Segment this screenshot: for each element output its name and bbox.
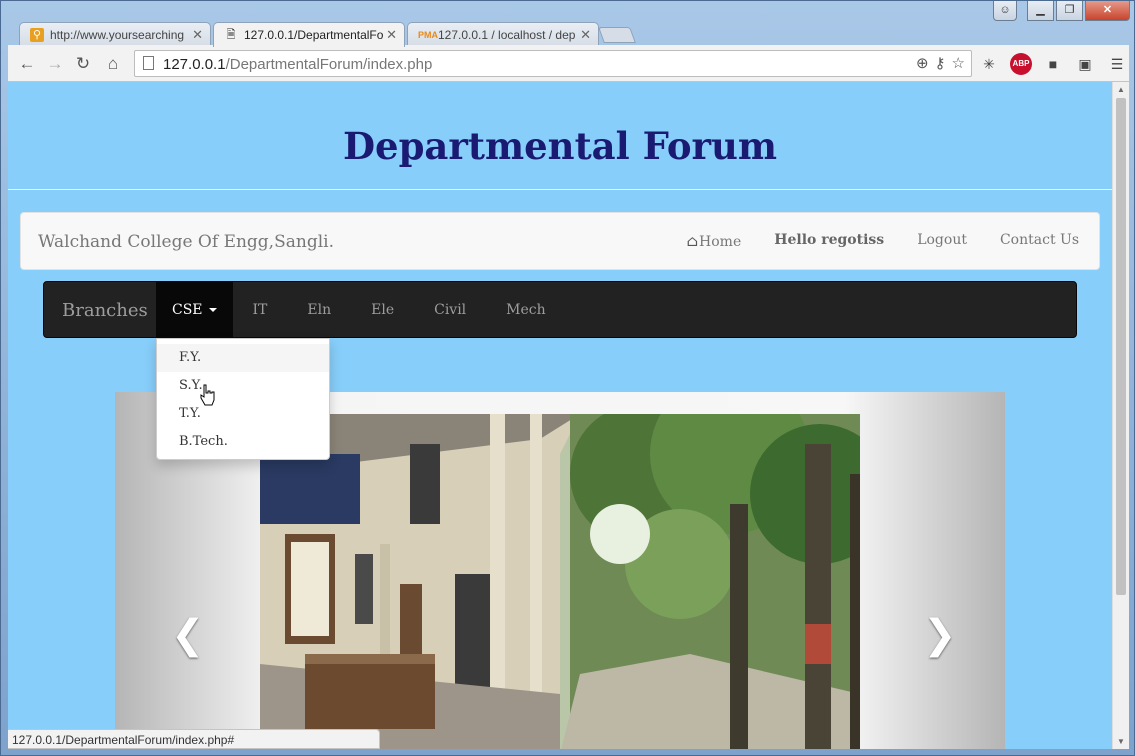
browser-window: ⚲ http://www.yoursearching ✕ 🗎 127.0.0.1… <box>0 0 1135 756</box>
user-icon[interactable]: ☺ <box>993 1 1017 21</box>
page-viewport: Departmental Forum Walchand College Of E… <box>8 82 1112 749</box>
branch-cse-dropdown[interactable]: CSE <box>156 282 233 339</box>
carousel-next-icon[interactable]: ❯ <box>923 612 957 658</box>
reload-icon[interactable]: ↻ <box>72 53 94 75</box>
window-controls: ☺ ▁ ❐ ✕ <box>993 1 1130 21</box>
title-divider <box>8 189 1112 190</box>
maximize-button[interactable]: ❐ <box>1056 1 1083 21</box>
branch-mech[interactable]: Mech <box>486 282 565 339</box>
key-icon[interactable]: ⚷ <box>935 54 946 72</box>
url-path: /DepartmentalForum/index.php <box>225 56 433 73</box>
minimize-button[interactable]: ▁ <box>1027 1 1054 21</box>
omnibox-icons: ⊕ ⚷ ☆ <box>916 54 965 72</box>
status-bar: 127.0.0.1/DepartmentalForum/index.php# <box>8 729 380 749</box>
scroll-up-icon[interactable]: ▲ <box>1117 85 1125 94</box>
bug-icon[interactable]: ✳ <box>978 53 1000 75</box>
zoom-icon[interactable]: ⊕ <box>916 54 929 72</box>
carousel-prev-icon[interactable]: ❮ <box>171 612 205 658</box>
branch-eln[interactable]: Eln <box>287 282 351 339</box>
hand-cursor-icon <box>199 384 217 413</box>
branch-it[interactable]: IT <box>233 282 288 339</box>
contact-link[interactable]: Contact Us <box>1000 232 1079 250</box>
scroll-thumb[interactable] <box>1116 98 1126 595</box>
close-window-button[interactable]: ✕ <box>1085 1 1130 21</box>
home-link[interactable]: ⌂Home <box>687 232 742 250</box>
branch-ele[interactable]: Ele <box>351 282 414 339</box>
user-greeting-link[interactable]: Hello regotiss <box>774 232 884 250</box>
forward-arrow-icon[interactable]: → <box>44 53 66 75</box>
home-icon: ⌂ <box>686 232 699 250</box>
cse-dropdown-menu: F.Y. S.Y. T.Y. B.Tech. <box>156 338 330 460</box>
home-label: Home <box>699 234 742 250</box>
ghostery-icon[interactable]: ■ <box>1042 53 1064 75</box>
menu-icon[interactable]: ☰ <box>1106 53 1128 75</box>
campus-photo-illustration <box>260 414 860 749</box>
browser-toolbar: ← → ↻ ⌂ 127.0.0.1/DepartmentalForum/inde… <box>8 45 1129 82</box>
logout-link[interactable]: Logout <box>917 232 967 250</box>
dropdown-item-fy[interactable]: F.Y. <box>157 344 329 372</box>
carousel-photo <box>260 414 860 749</box>
page-title: Departmental Forum <box>342 124 778 168</box>
top-nav-links: ⌂Home Hello regotiss Logout Contact Us <box>687 232 1079 250</box>
adblock-icon[interactable]: ABP <box>1010 53 1032 75</box>
vertical-scrollbar[interactable]: ▲ ▼ <box>1112 82 1129 749</box>
college-name[interactable]: Walchand College Of Engg,Sangli. <box>38 232 334 252</box>
tab-phpmyadmin[interactable]: PMA 127.0.0.1 / localhost / dep ✕ <box>407 22 599 46</box>
tab-title: 127.0.0.1 / localhost / dep <box>438 28 576 42</box>
extension-icons: ✳ ABP ■ ▣ ☰ <box>978 53 1128 75</box>
branches-navbar: Branches CSE IT Eln Ele Civil Mech <box>43 281 1077 339</box>
branch-label: CSE <box>172 302 203 318</box>
tab-search[interactable]: ⚲ http://www.yoursearching ✕ <box>19 22 211 46</box>
close-icon[interactable]: ✕ <box>580 27 591 43</box>
tab-departmental-forum[interactable]: 🗎 127.0.0.1/DepartmentalFo ✕ <box>213 22 405 47</box>
url-host: 127.0.0.1 <box>163 56 226 73</box>
dropdown-item-sy[interactable]: S.Y. <box>157 372 329 400</box>
dropdown-item-ty[interactable]: T.Y. <box>157 400 329 428</box>
screenshot-icon[interactable]: ▣ <box>1074 53 1096 75</box>
top-navbar: Walchand College Of Engg,Sangli. ⌂Home H… <box>20 212 1100 270</box>
new-tab-button[interactable] <box>598 27 636 43</box>
branches-brand[interactable]: Branches <box>62 300 148 321</box>
tab-strip: ⚲ http://www.yoursearching ✕ 🗎 127.0.0.1… <box>1 1 1135 47</box>
page-icon: 🗎 <box>226 29 236 41</box>
star-icon[interactable]: ☆ <box>952 54 965 72</box>
back-arrow-icon[interactable]: ← <box>16 53 38 75</box>
close-icon[interactable]: ✕ <box>192 27 203 43</box>
caret-down-icon <box>208 308 217 312</box>
address-bar[interactable]: 127.0.0.1/DepartmentalForum/index.php ⊕ … <box>134 50 972 77</box>
close-icon[interactable]: ✕ <box>386 27 397 43</box>
search-icon: ⚲ <box>30 28 44 42</box>
scroll-down-icon[interactable]: ▼ <box>1117 737 1125 746</box>
page-icon <box>143 56 154 70</box>
dropdown-item-btech[interactable]: B.Tech. <box>157 428 329 456</box>
tab-title: http://www.yoursearching <box>50 28 185 42</box>
tab-title: 127.0.0.1/DepartmentalFo <box>244 28 384 42</box>
home-icon[interactable]: ⌂ <box>102 53 124 75</box>
branch-items: CSE IT Eln Ele Civil Mech <box>156 282 566 339</box>
pma-icon: PMA <box>418 30 438 40</box>
url-text: 127.0.0.1/DepartmentalForum/index.php <box>163 56 432 73</box>
branch-civil[interactable]: Civil <box>414 282 486 339</box>
